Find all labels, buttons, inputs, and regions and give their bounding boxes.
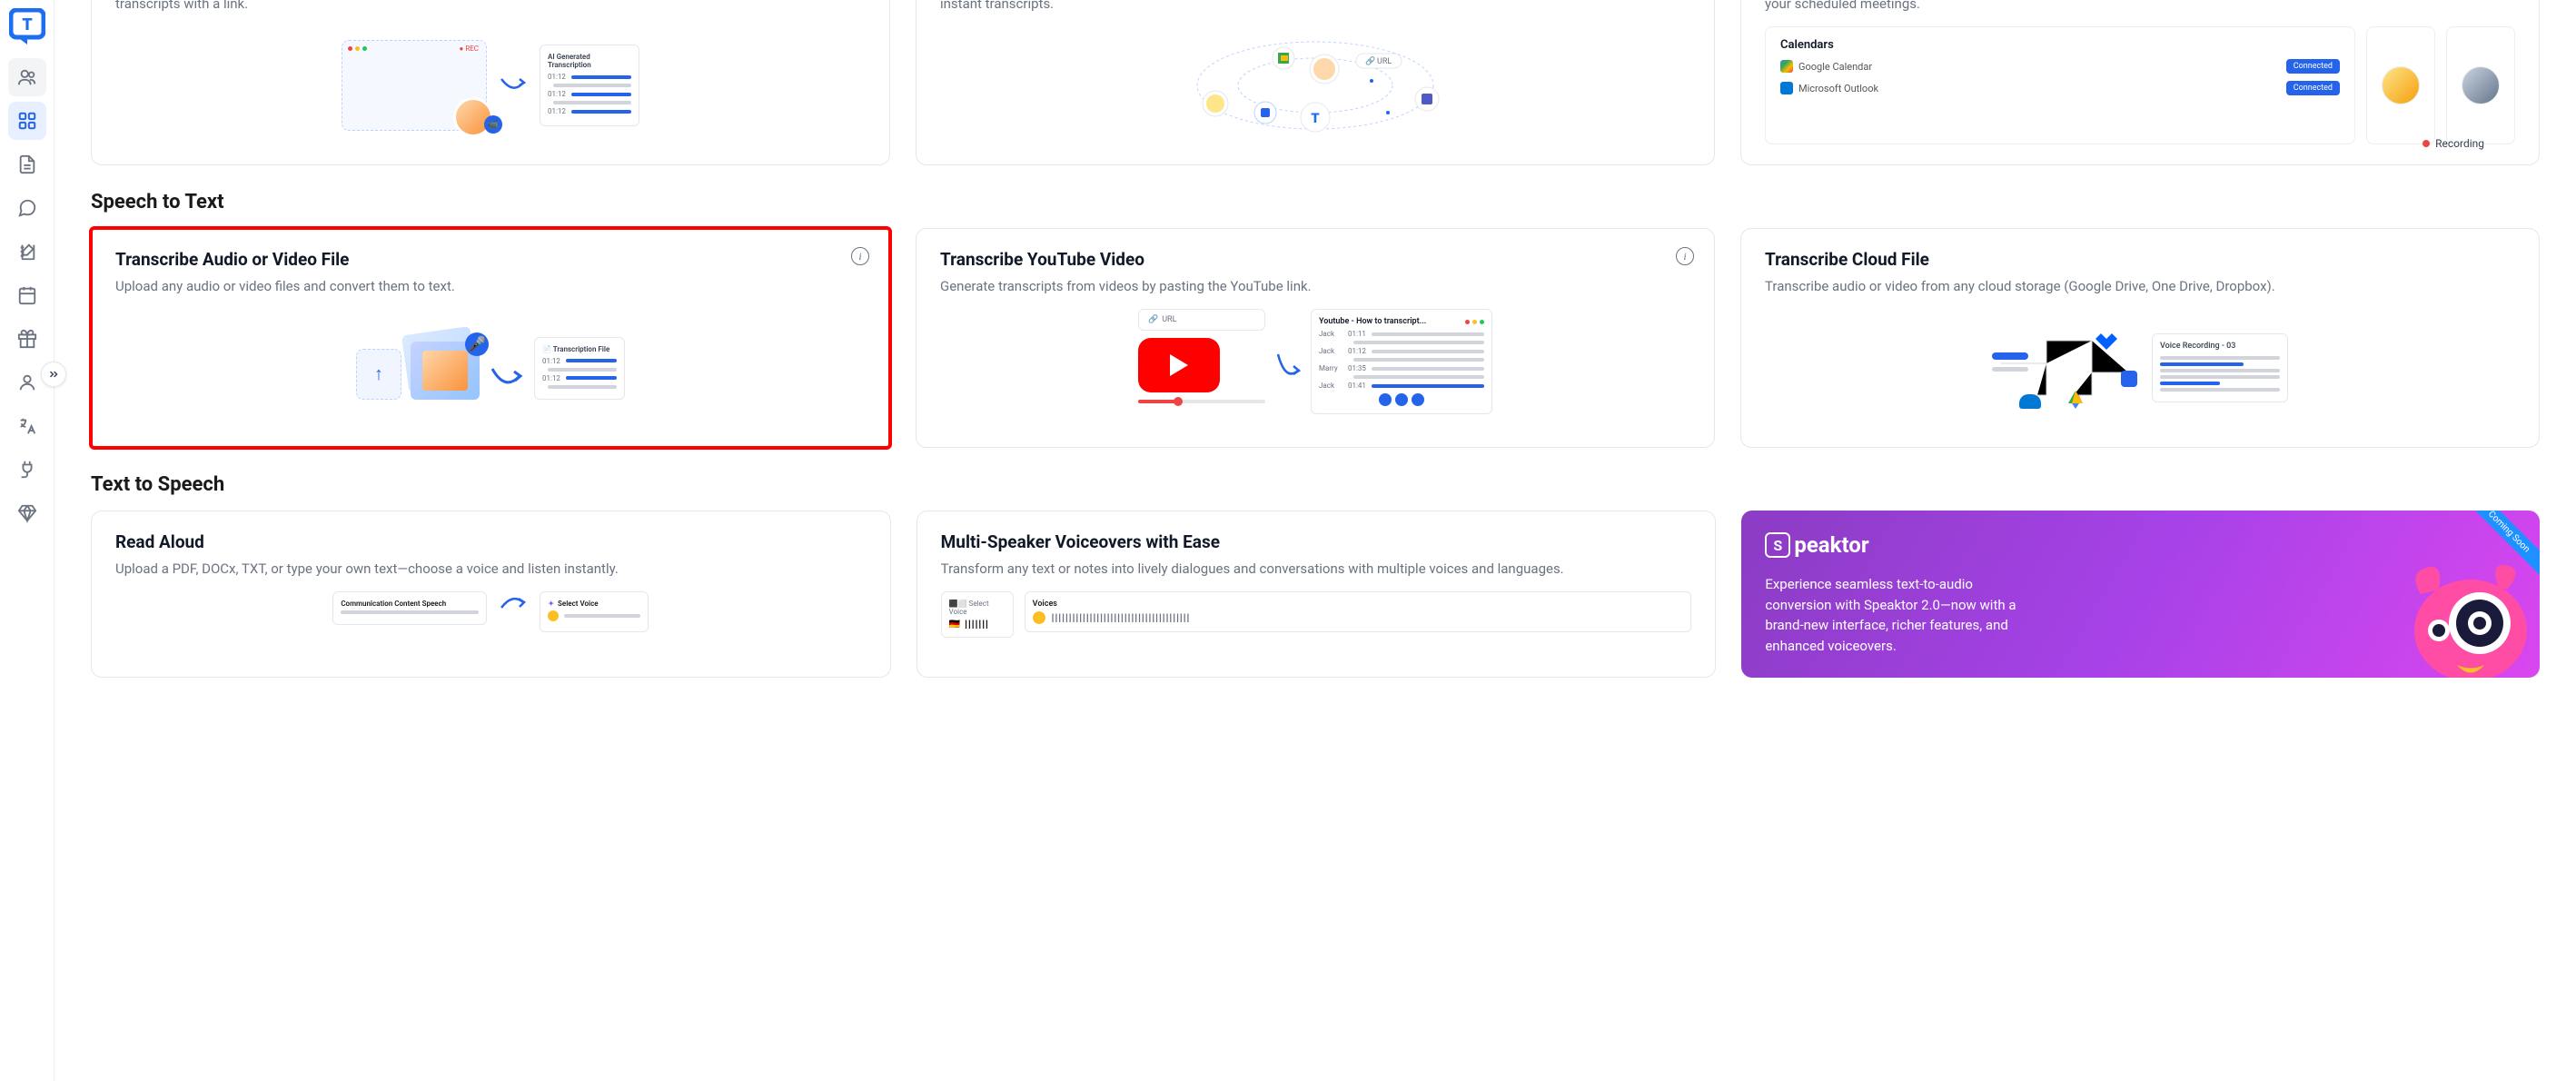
card-title: Transcribe Audio or Video File [115,249,866,270]
card-multi-speaker[interactable]: Multi-Speaker Voiceovers with Ease Trans… [916,511,1717,678]
mascot-icon [2389,549,2534,678]
nav-calendar-icon[interactable] [8,276,46,314]
illustration-cloud: Voice Recording - 03 [1765,309,2515,427]
nav-premium-icon[interactable] [8,494,46,532]
nav-profile-icon[interactable] [8,363,46,402]
card-desc: instant transcripts. [940,0,1690,14]
nav-notes-icon[interactable] [8,233,46,271]
card-desc: your scheduled meetings. [1765,0,2515,14]
illustration-read: Communication Content Speech ✦Select Voi… [115,591,867,637]
promo-desc: Experience seamless text-to-audio conver… [1765,574,2019,656]
card-calendar-sync[interactable]: your scheduled meetings. Calendars Googl… [1740,0,2540,165]
card-desc: Transform any text or notes into lively … [941,560,1692,579]
illustration-calendars: Calendars Google Calendar Connected Micr… [1765,26,2515,144]
card-desc: Upload a PDF, DOCx, TXT, or type your ow… [115,560,867,579]
nav-translate-icon[interactable] [8,407,46,445]
card-desc: transcripts with a link. [115,0,866,14]
info-icon[interactable]: i [1676,247,1694,265]
card-meeting-link[interactable]: transcripts with a link. ● REC 📹 AI Gene… [91,0,890,165]
nav-chat-icon[interactable] [8,189,46,227]
illustration-youtube: 🔗URL Youtube - How to transcript... Jack… [940,309,1690,427]
illustration-multi: ⬛⬜ Select Voice 🇩🇪┃┃┃┃┃┃┃ Voices ┃┃┃┃┃┃┃… [941,591,1692,637]
nav-gift-icon[interactable] [8,320,46,358]
card-title: Transcribe Cloud File [1765,249,2515,270]
illustration-meeting: ● REC 📹 AI Generated Transcription 01:12… [115,26,866,144]
section-speech-to-text: Speech to Text [91,191,2540,213]
card-title: Multi-Speaker Voiceovers with Ease [941,531,1692,552]
card-desc: Transcribe audio or video from any cloud… [1765,277,2515,296]
card-meeting-integrations[interactable]: instant transcripts. T 🔗URL [916,0,1715,165]
nav-integrations-icon[interactable] [8,451,46,489]
card-desc: Generate transcripts from videos by past… [940,277,1690,296]
card-desc: Upload any audio or video files and conv… [115,277,866,296]
illustration-file: ↑ 🎤 📄 Transcription File 01:12 [115,309,866,427]
svg-text:T: T [1311,110,1320,126]
card-transcribe-file[interactable]: i Transcribe Audio or Video File Upload … [91,228,890,448]
card-speaktor-promo[interactable]: Coming Soon S Speaktor peaktor Experienc… [1741,511,2540,678]
svg-text:🔗: 🔗 [1365,55,1375,66]
app-logo[interactable]: T [8,7,46,45]
illustration-integrations: T 🔗URL [940,26,1690,144]
svg-text:T: T [22,15,33,35]
nav-dashboard-icon[interactable] [8,102,46,140]
nav-document-icon[interactable] [8,145,46,183]
main-content: transcripts with a link. ● REC 📹 AI Gene… [54,0,2576,1081]
nav-team-icon[interactable] [8,58,46,96]
card-title: Transcribe YouTube Video [940,249,1690,270]
info-icon[interactable]: i [851,247,869,265]
card-transcribe-youtube[interactable]: i Transcribe YouTube Video Generate tran… [916,228,1715,448]
card-title: Read Aloud [115,531,867,552]
card-transcribe-cloud[interactable]: Transcribe Cloud File Transcribe audio o… [1740,228,2540,448]
section-text-to-speech: Text to Speech [91,473,2540,496]
sidebar: T [0,0,54,1081]
expand-sidebar-button[interactable] [41,362,66,387]
svg-text:URL: URL [1377,57,1392,66]
card-read-aloud[interactable]: Read Aloud Upload a PDF, DOCx, TXT, or t… [91,511,891,678]
